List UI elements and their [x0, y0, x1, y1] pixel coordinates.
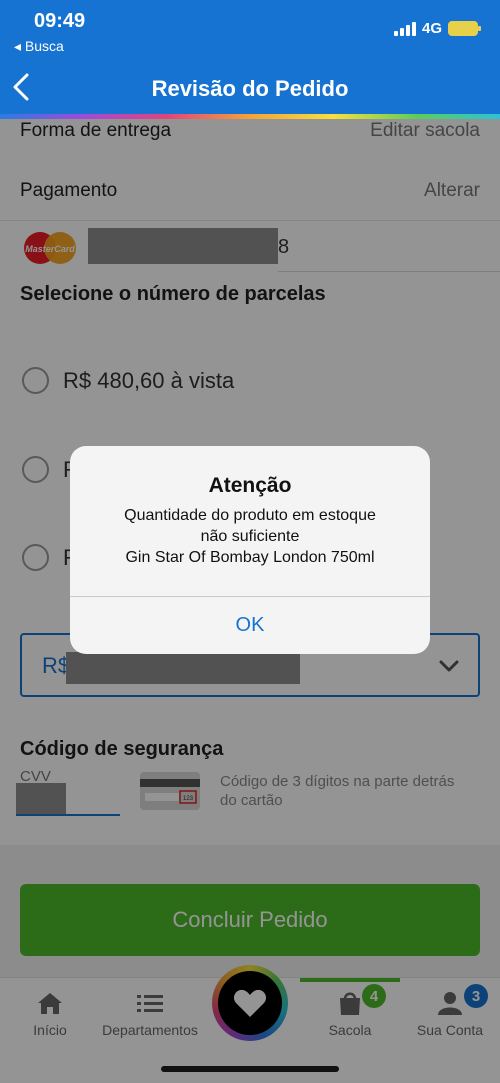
overlay-top	[0, 0, 500, 119]
dialog-message: Quantidade do produto em estoque não suf…	[90, 505, 410, 568]
dialog-title: Atenção	[208, 474, 292, 497]
ok-button[interactable]: OK	[70, 597, 430, 654]
home-indicator	[161, 1066, 339, 1072]
dialog-message-line: Quantidade do produto em estoque	[124, 507, 376, 524]
dialog-message-line: Gin Star Of Bombay London 750ml	[125, 549, 375, 566]
dialog-message-line: não suficiente	[200, 528, 300, 545]
alert-dialog: Atenção Quantidade do produto em estoque…	[70, 446, 430, 654]
